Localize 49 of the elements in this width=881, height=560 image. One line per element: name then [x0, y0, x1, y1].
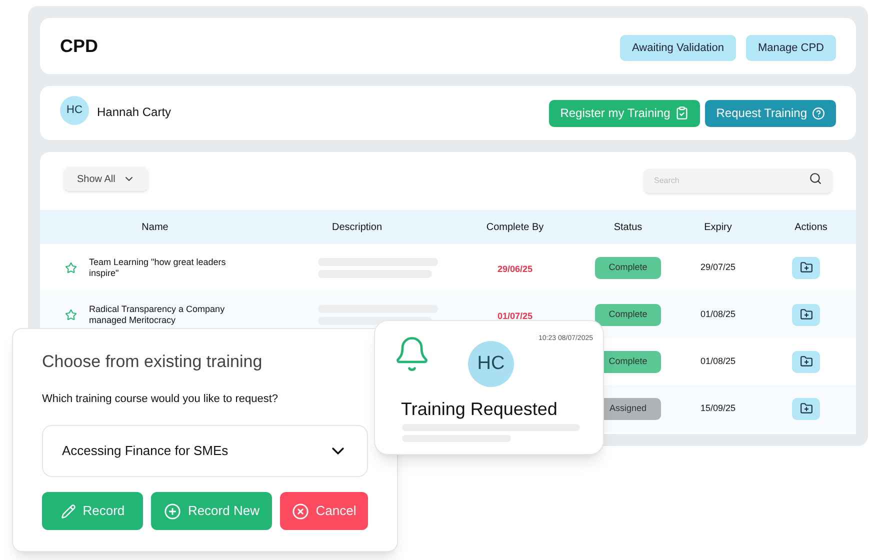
add-folder-button[interactable] [792, 398, 820, 420]
plus-circle-icon [164, 502, 181, 520]
dialog-title: Choose from existing training [42, 351, 264, 373]
star-icon[interactable] [65, 308, 77, 320]
column-header: Expiry [704, 220, 732, 234]
add-folder-button[interactable] [792, 256, 820, 278]
dialog-button[interactable]: Cancel [280, 492, 368, 530]
pencil-icon [60, 504, 76, 518]
header-button[interactable]: Manage CPD [746, 35, 836, 61]
due-date: 29/06/25 [497, 264, 533, 274]
course-dropdown[interactable]: Accessing Finance for SMEs [42, 425, 368, 477]
folder-plus-icon [800, 402, 812, 415]
close-circle-icon [292, 502, 309, 520]
column-header: Status [614, 220, 642, 234]
add-folder-button[interactable] [792, 304, 820, 326]
filter-dropdown[interactable]: Show All [64, 167, 148, 191]
notification-avatar: HC [468, 341, 514, 387]
dialog-button[interactable]: Record New [151, 492, 272, 530]
dialog-question: Which training course would you like to request? [42, 392, 280, 406]
action-button[interactable]: Register my Training [549, 100, 700, 126]
user-name: Hannah Carty [97, 104, 172, 121]
folder-plus-icon [800, 308, 812, 321]
header-button[interactable]: Awaiting Validation [620, 35, 736, 61]
training-name: Team Learning "how great leaders inspire" [89, 256, 227, 278]
folder-plus-icon [800, 355, 812, 368]
notification-title: Training Requested [401, 398, 558, 421]
expiry-date: 01/08/25 [700, 308, 736, 321]
status-badge: Complete [595, 304, 661, 326]
expiry-date: 29/07/25 [700, 260, 736, 274]
clipboard-icon [675, 106, 690, 120]
search-icon [809, 172, 822, 185]
folder-plus-icon [800, 261, 812, 274]
add-folder-button[interactable] [792, 350, 820, 372]
column-header: Complete By [486, 220, 544, 234]
help-icon [812, 106, 825, 120]
expiry-date: 15/09/25 [700, 402, 736, 415]
search-field[interactable]: Search [644, 168, 832, 192]
action-button[interactable]: Request Training [705, 100, 836, 126]
column-header: Name [142, 220, 168, 234]
expiry-date: 01/08/25 [700, 354, 736, 368]
training-name: Radical Transparency a Company managed Meritocracy [89, 304, 226, 326]
dialog-button[interactable]: Record [42, 492, 144, 530]
status-badge: Complete [595, 256, 661, 278]
due-date: 01/07/25 [497, 310, 533, 320]
star-icon[interactable] [65, 262, 77, 274]
page-title: CPD [60, 34, 98, 58]
column-header: Description [332, 220, 382, 234]
column-header: Actions [794, 220, 828, 234]
user-avatar: HC [60, 96, 89, 124]
